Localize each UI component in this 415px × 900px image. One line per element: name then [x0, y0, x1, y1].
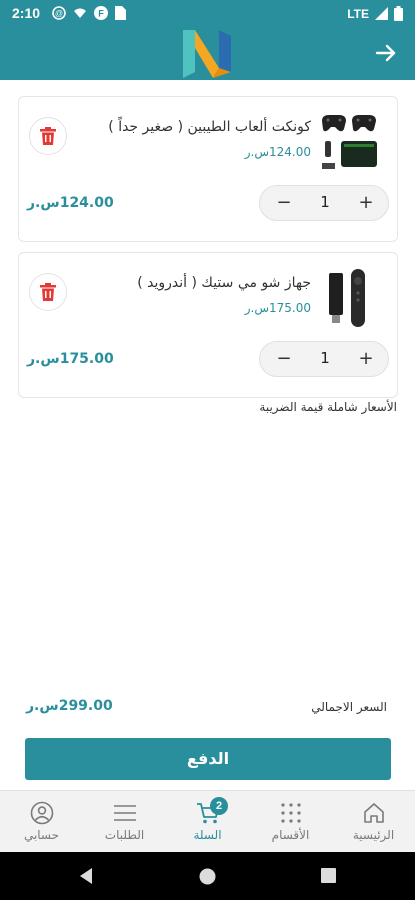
quantity-stepper: − 1 + [259, 185, 389, 221]
trash-icon [40, 127, 56, 145]
cart-item: كونكت ألعاب الطيبين ( صغير جداً ) 124.00… [18, 96, 398, 242]
delete-button[interactable] [29, 273, 67, 311]
nav-label-account: حسابي [23, 828, 60, 842]
svg-text:@: @ [55, 9, 63, 18]
cart-badge: 2 [210, 797, 228, 815]
status-left-icons: @ F [52, 6, 126, 20]
nav-label-cart: السلة [193, 828, 222, 842]
wifi-icon [74, 8, 86, 18]
nav-item-categories[interactable]: الأقسام [249, 791, 332, 853]
line-total: 124.00س.ر [27, 195, 114, 211]
status-right-icons: LTE [347, 6, 403, 21]
bottom-nav: الرئيسية الأقسام 2 السلة الطلبات حسابي [0, 790, 415, 852]
product-unit-price: 175.00س.ر [244, 301, 311, 315]
line-total: 175.00س.ر [27, 351, 114, 367]
notification-icon: @ [52, 6, 66, 20]
grid-icon [281, 803, 301, 823]
account-icon [30, 801, 54, 825]
total-label: السعر الاجمالي [311, 700, 387, 714]
nav-item-account[interactable]: حسابي [0, 791, 83, 853]
battery-icon [394, 6, 403, 21]
product-unit-price: 124.00س.ر [244, 145, 311, 159]
app-icon: F [94, 6, 108, 20]
nav-item-home[interactable]: الرئيسية [332, 791, 415, 853]
status-time: 2:10 [12, 5, 41, 21]
recents-square-icon[interactable] [321, 868, 336, 883]
product-name: كونكت ألعاب الطيبين ( صغير جداً ) [108, 119, 311, 135]
app-bar [0, 28, 415, 80]
status-bar: 2:10 @ F LTE [0, 0, 415, 28]
app-logo [183, 30, 231, 78]
nav-label-home: الرئيسية [352, 828, 395, 842]
quantity-value: 1 [320, 349, 330, 367]
arrow-right-icon[interactable] [373, 40, 399, 66]
delete-button[interactable] [29, 117, 67, 155]
increase-quantity-button[interactable]: + [356, 348, 376, 370]
network-label: LTE [347, 6, 369, 21]
cart-item: جهاز شو مي ستيك ( أندرويد ) 175.00س.ر 17… [18, 252, 398, 398]
nav-label-orders: الطلبات [104, 828, 145, 842]
quantity-stepper: − 1 + [259, 341, 389, 377]
svg-text:F: F [98, 9, 104, 19]
decrease-quantity-button[interactable]: − [274, 192, 294, 214]
pay-button[interactable]: الدفع [25, 738, 391, 780]
total-value: 299.00س.ر [26, 698, 113, 714]
nav-item-orders[interactable]: الطلبات [83, 791, 166, 853]
nav-label-categories: الأقسام [271, 828, 310, 842]
back-triangle-icon[interactable] [78, 867, 94, 885]
list-icon [114, 805, 136, 821]
decrease-quantity-button[interactable]: − [274, 348, 294, 370]
home-circle-icon[interactable] [199, 868, 216, 885]
product-image-game-console [322, 115, 377, 169]
tax-note: الأسعار شاملة قيمة الضريبة [259, 400, 397, 414]
product-image-tv-stick [329, 269, 365, 327]
nav-item-cart[interactable]: 2 السلة [166, 791, 249, 853]
trash-icon [40, 283, 56, 301]
increase-quantity-button[interactable]: + [356, 192, 376, 214]
system-nav-bar [0, 852, 415, 900]
home-icon [364, 803, 384, 823]
sim-icon [115, 6, 126, 20]
signal-icon [375, 7, 388, 20]
quantity-value: 1 [320, 193, 330, 211]
product-name: جهاز شو مي ستيك ( أندرويد ) [137, 275, 311, 291]
